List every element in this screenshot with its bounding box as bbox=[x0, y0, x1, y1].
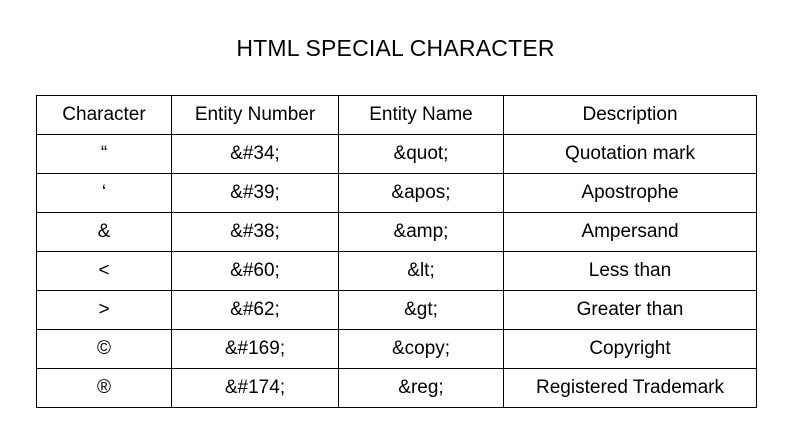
entity-name-cell: &amp; bbox=[338, 212, 504, 252]
column-header-character: Character bbox=[36, 95, 172, 135]
table-row: < &#60; &lt; Less than bbox=[36, 251, 757, 291]
entity-name-cell: &gt; bbox=[338, 290, 504, 330]
entity-name-cell: &lt; bbox=[338, 251, 504, 291]
table-row: “ &#34; &quot; Quotation mark bbox=[36, 134, 757, 174]
table-row: & &#38; &amp; Ampersand bbox=[36, 212, 757, 252]
description-cell: Less than bbox=[503, 251, 757, 291]
page-title: HTML SPECIAL CHARACTER bbox=[236, 35, 555, 61]
description-cell: Ampersand bbox=[503, 212, 757, 252]
entity-number-cell: &#39; bbox=[171, 173, 339, 213]
character-cell: > bbox=[36, 290, 172, 330]
description-cell: Apostrophe bbox=[503, 173, 757, 213]
table-row: © &#169; &copy; Copyright bbox=[36, 329, 757, 369]
column-header-entity-name: Entity Name bbox=[338, 95, 504, 135]
character-cell: & bbox=[36, 212, 172, 252]
entity-name-cell: &quot; bbox=[338, 134, 504, 174]
entity-name-cell: &copy; bbox=[338, 329, 504, 369]
character-cell: ‘ bbox=[36, 173, 172, 213]
entity-number-cell: &#169; bbox=[171, 329, 339, 369]
character-cell: ® bbox=[36, 368, 172, 408]
header-row: Character Entity Number Entity Name Desc… bbox=[36, 95, 757, 135]
entity-number-cell: &#62; bbox=[171, 290, 339, 330]
description-cell: Quotation mark bbox=[503, 134, 757, 174]
description-cell: Registered Trademark bbox=[503, 368, 757, 408]
column-header-entity-number: Entity Number bbox=[171, 95, 339, 135]
character-cell: © bbox=[36, 329, 172, 369]
entity-name-cell: &apos; bbox=[338, 173, 504, 213]
description-cell: Greater than bbox=[503, 290, 757, 330]
character-cell: “ bbox=[36, 134, 172, 174]
entity-number-cell: &#60; bbox=[171, 251, 339, 291]
description-cell: Copyright bbox=[503, 329, 757, 369]
special-character-table: Character Entity Number Entity Name Desc… bbox=[36, 95, 757, 408]
entity-number-cell: &#34; bbox=[171, 134, 339, 174]
entity-number-cell: &#38; bbox=[171, 212, 339, 252]
table-row: > &#62; &gt; Greater than bbox=[36, 290, 757, 330]
entity-number-cell: &#174; bbox=[171, 368, 339, 408]
column-header-description: Description bbox=[503, 95, 757, 135]
table-row: ‘ &#39; &apos; Apostrophe bbox=[36, 173, 757, 213]
entity-name-cell: &reg; bbox=[338, 368, 504, 408]
character-cell: < bbox=[36, 251, 172, 291]
table-row: ® &#174; &reg; Registered Trademark bbox=[36, 368, 757, 408]
